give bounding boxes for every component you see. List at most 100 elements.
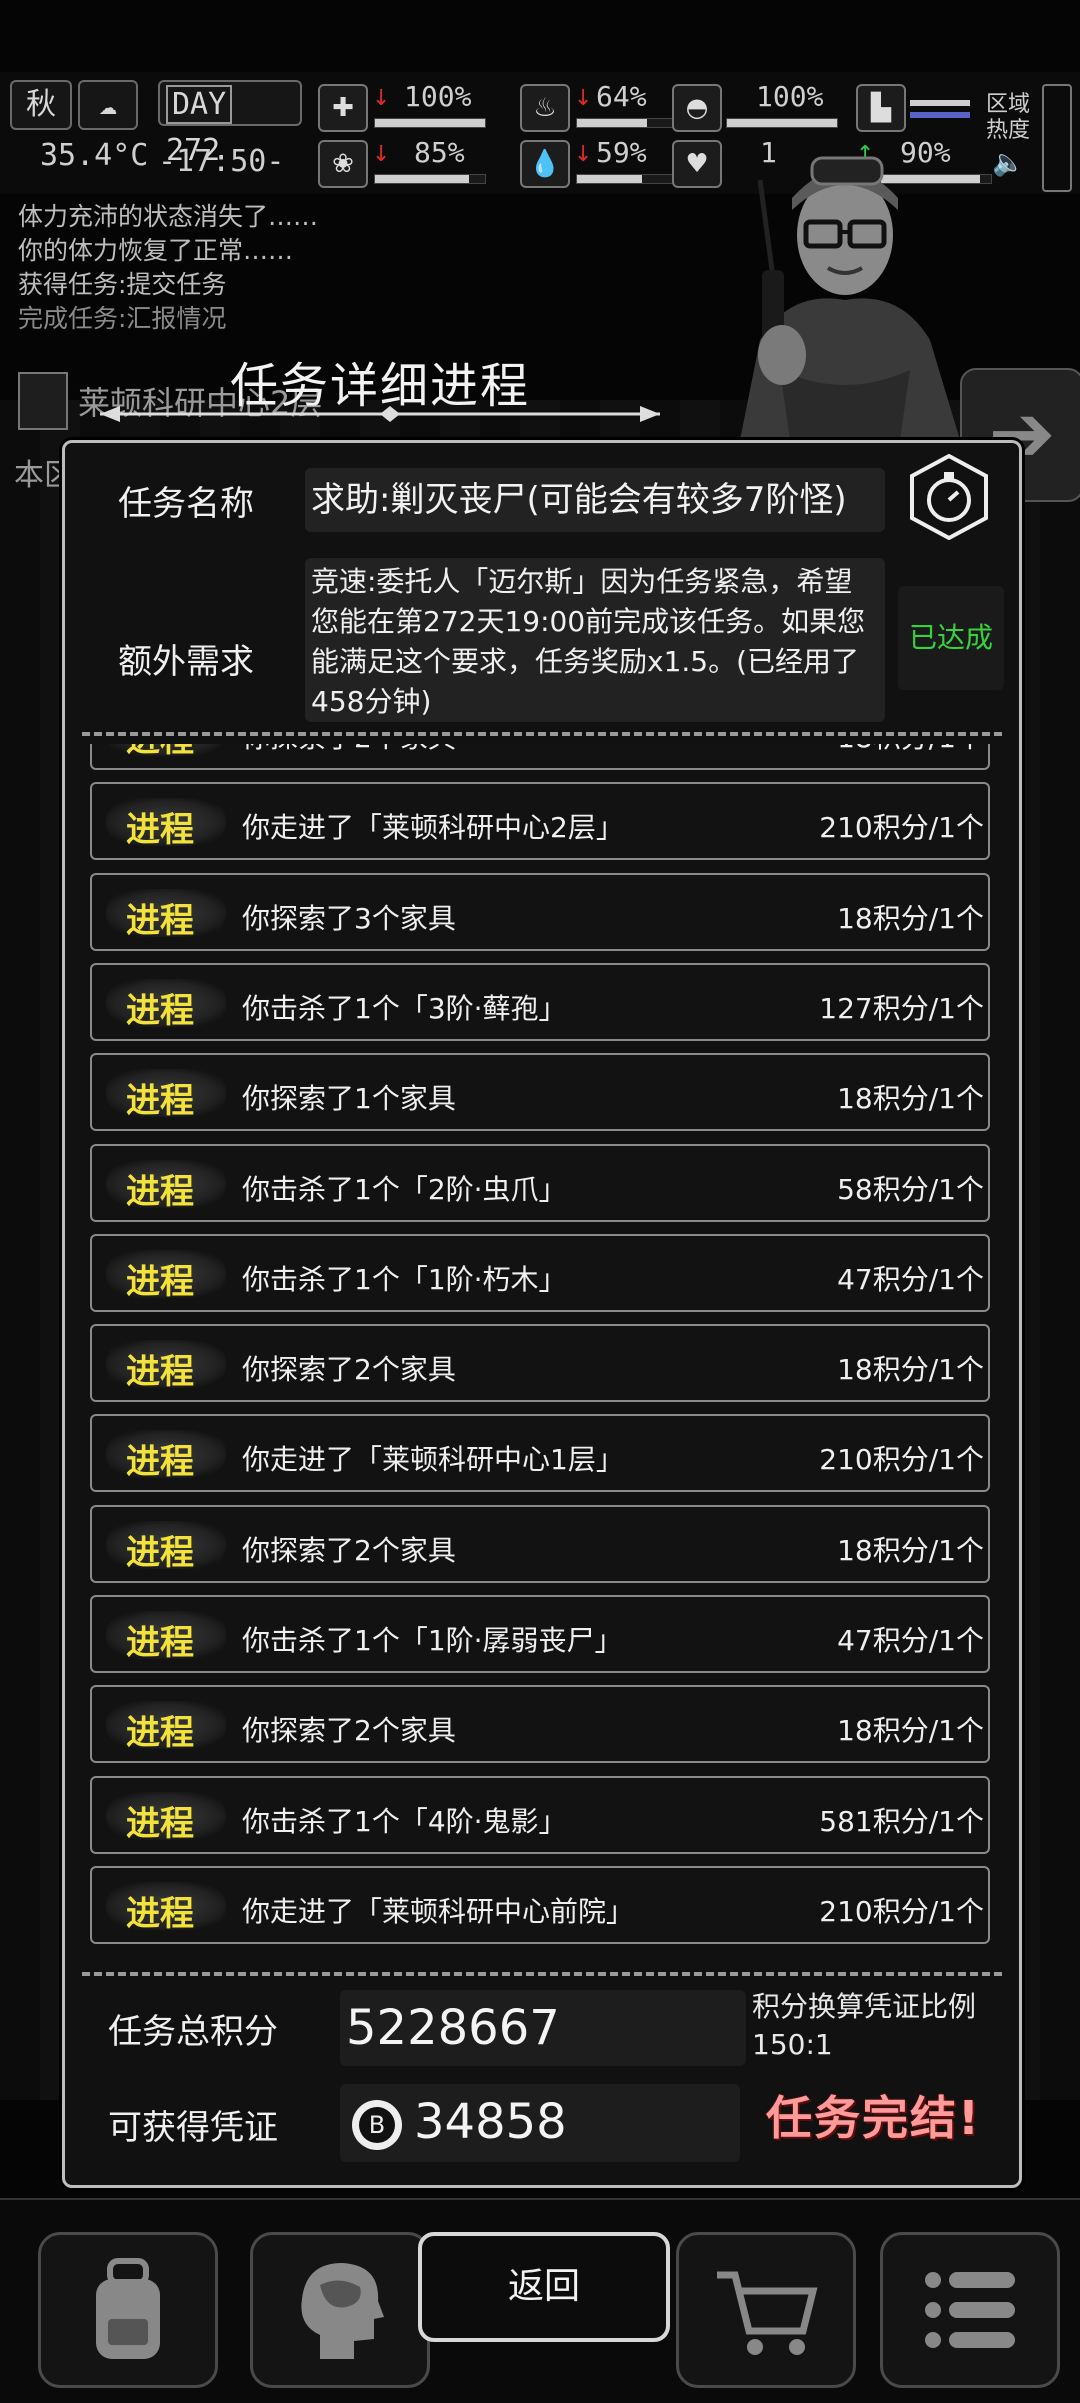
divider — [82, 732, 1002, 736]
season-badge: 秋 — [10, 80, 72, 130]
extra-requirement-label: 额外需求 — [118, 642, 254, 682]
task-complete-button[interactable]: 任务完结! — [766, 2082, 981, 2148]
progress-description: 你走进了「莱顿科研中心1层」 — [242, 1443, 624, 1477]
progress-description: 你击杀了1个「3阶·藓孢」 — [242, 991, 567, 1025]
stat-value: 100% — [404, 80, 472, 113]
temperature-readout: 35.4°C — [40, 138, 149, 173]
progress-row: 进程 你探索了2个家具 18积分/1个 — [90, 744, 990, 770]
task-name-value: 求助:剿灭丧尸(可能会有较多7阶怪) — [305, 468, 885, 532]
progress-row: 进程 你探索了2个家具 18积分/1个 — [90, 1685, 990, 1764]
progress-description: 你探索了1个家具 — [242, 1082, 456, 1116]
log-entry: 体力充沛的状态消失了…… — [18, 202, 319, 231]
progress-tag: 进程 — [126, 1442, 194, 1483]
list-menu-icon — [925, 2272, 1015, 2348]
stat-value: 59% — [596, 136, 647, 169]
progress-row: 进程 你探索了3个家具 18积分/1个 — [90, 872, 990, 951]
progress-points: 47积分/1个 — [837, 1624, 984, 1657]
progress-points: 47积分/1个 — [837, 1262, 984, 1296]
progress-row: 进程 你击杀了1个「1阶·朽木」 47积分/1个 — [90, 1233, 990, 1312]
progress-points: 581积分/1个 — [819, 1804, 984, 1838]
progress-points: 127积分/1个 — [819, 991, 984, 1025]
ratio-label: 积分换算凭证比例 — [752, 1990, 977, 2023]
stat-bar — [374, 118, 486, 128]
water-drop-icon[interactable]: 💧 — [520, 140, 570, 188]
progress-description: 你走进了「莱顿科研中心2层」 — [242, 811, 624, 845]
progress-description: 你探索了2个家具 — [242, 1533, 456, 1567]
progress-row: 进程 你探索了2个家具 18积分/1个 — [90, 1504, 990, 1583]
progress-points: 18积分/1个 — [837, 1353, 984, 1387]
progress-points: 18积分/1个 — [837, 1533, 984, 1567]
boot-icon[interactable]: ▙ — [856, 84, 906, 132]
weather-icon: ☁ — [78, 80, 138, 130]
progress-row: 进程 你探索了2个家具 18积分/1个 — [90, 1324, 990, 1403]
progress-description: 你探索了2个家具 — [242, 1714, 456, 1748]
total-points-label: 任务总积分 — [108, 2012, 278, 2052]
progress-points: 58积分/1个 — [837, 1172, 984, 1206]
progress-description: 你击杀了1个「4阶·鬼影」 — [242, 1804, 567, 1838]
progress-points: 18积分/1个 — [837, 744, 984, 756]
progress-row: 进程 你走进了「莱顿科研中心前院」 210积分/1个 — [90, 1865, 990, 1944]
shopping-cart-icon — [717, 2271, 818, 2355]
progress-tag: 进程 — [126, 1803, 194, 1844]
log-entry: 获得任务:提交任务 — [18, 270, 227, 299]
progress-description: 你探索了3个家具 — [242, 901, 456, 935]
stopwatch-icon[interactable] — [906, 454, 992, 540]
progress-row: 进程 你走进了「莱顿科研中心2层」 210积分/1个 — [90, 782, 990, 861]
progress-row: 进程 你击杀了1个「2阶·虫爪」 58积分/1个 — [90, 1143, 990, 1222]
progress-tag: 进程 — [126, 990, 194, 1031]
menu-handle[interactable] — [1042, 84, 1072, 192]
progress-list[interactable]: 进程你探索了2个家具18积分/1个进程你走进了「莱顿科研中心2层」210积分/1… — [86, 744, 996, 1956]
progress-points: 210积分/1个 — [819, 1443, 984, 1477]
progress-row: 进程 你探索了1个家具 18积分/1个 — [90, 1053, 990, 1132]
event-log: 体力充沛的状态消失了…… 你的体力恢复了正常…… 获得任务:提交任务 完成任务:… — [18, 200, 318, 336]
down-arrow-icon: ↓ — [574, 142, 593, 167]
boot-gauge-accent — [910, 112, 970, 118]
zone-heat-label: 区域 热度 — [986, 92, 1031, 143]
progress-tag: 进程 — [126, 1893, 194, 1934]
speaker-icon[interactable]: 🔈 — [992, 148, 1024, 178]
down-arrow-icon: ↓ — [372, 86, 391, 111]
ratio-value: 150:1 — [752, 2028, 833, 2061]
progress-points: 18积分/1个 — [837, 1082, 984, 1116]
mask-icon[interactable]: ◓ — [672, 84, 722, 132]
menu-button[interactable] — [880, 2232, 1060, 2388]
progress-points: 18积分/1个 — [837, 901, 984, 935]
progress-tag: 进程 — [126, 744, 194, 761]
svg-text:B: B — [369, 2111, 385, 2139]
stat-value: 85% — [414, 136, 465, 169]
down-arrow-icon: ↓ — [372, 142, 391, 167]
medkit-icon[interactable]: ✚ — [318, 84, 368, 132]
log-entry: 你的体力恢复了正常…… — [18, 236, 294, 265]
stat-bar — [374, 174, 486, 184]
progress-description: 你击杀了1个「1阶·孱弱丧尸」 — [242, 1624, 623, 1657]
progress-points: 18积分/1个 — [837, 1714, 984, 1748]
progress-tag: 进程 — [126, 1261, 194, 1302]
progress-description: 你击杀了1个「2阶·虫爪」 — [242, 1172, 567, 1206]
log-entry: 完成任务:汇报情况 — [18, 304, 227, 333]
backpack-button[interactable] — [38, 2232, 218, 2388]
cart-button[interactable] — [676, 2232, 856, 2388]
progress-tag: 进程 — [126, 1713, 194, 1754]
character-portrait — [740, 156, 960, 440]
brain-icon[interactable]: ❀ — [318, 140, 368, 188]
progress-tag: 进程 — [126, 900, 194, 941]
progress-row: 进程 你走进了「莱顿科研中心1层」 210积分/1个 — [90, 1414, 990, 1493]
progress-row: 进程 你击杀了1个「3阶·藓孢」 127积分/1个 — [90, 962, 990, 1041]
extra-requirement-value: 竞速:委托人「迈尔斯」因为任务紧急，希望您能在第272天19:00前完成该任务。… — [305, 558, 885, 722]
building-icon — [18, 372, 68, 430]
stat-value: 64% — [596, 80, 647, 113]
down-arrow-icon: ↓ — [574, 86, 593, 111]
voucher-value: 34858 — [414, 2094, 567, 2150]
progress-tag: 进程 — [126, 1081, 194, 1122]
back-button[interactable]: 返回 — [418, 2232, 670, 2342]
skills-button[interactable] — [250, 2232, 430, 2388]
clock-readout: -17:50- — [158, 144, 285, 179]
backpack-icon — [96, 2258, 160, 2359]
progress-tag: 进程 — [126, 1352, 194, 1393]
progress-description: 你探索了2个家具 — [242, 744, 456, 756]
progress-description: 你走进了「莱顿科研中心前院」 — [242, 1894, 635, 1928]
progress-row: 进程 你击杀了1个「4阶·鬼影」 581积分/1个 — [90, 1775, 990, 1854]
total-points-value: 5228667 — [340, 1990, 746, 2066]
title-ornament — [100, 406, 660, 422]
stomach-icon[interactable]: ♨ — [520, 84, 570, 132]
